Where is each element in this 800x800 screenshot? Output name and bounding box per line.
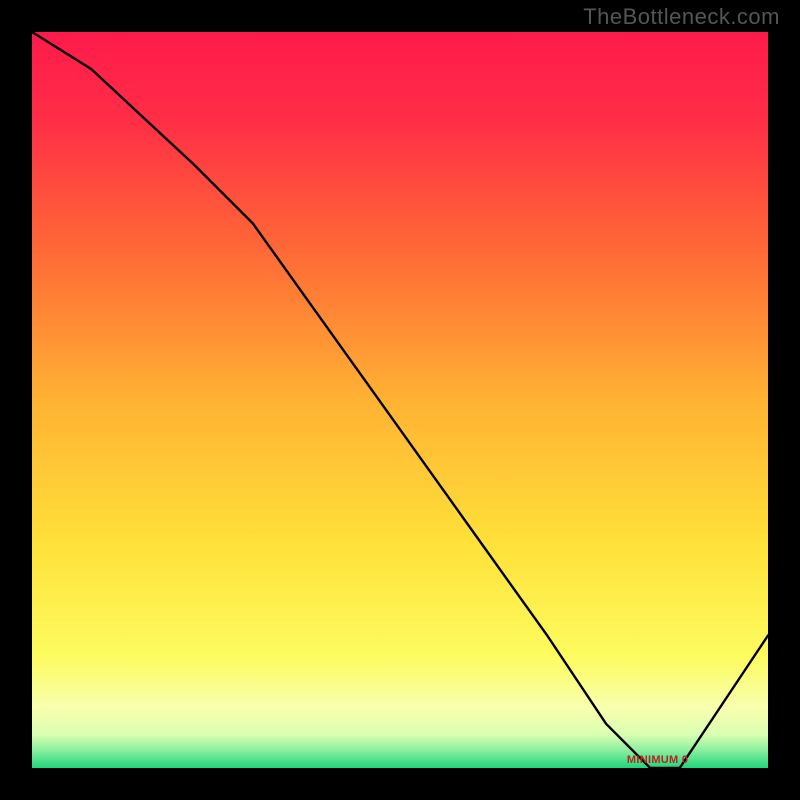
minimum-label: MINIMUM 0	[627, 754, 688, 766]
watermark-text: TheBottleneck.com	[583, 4, 780, 30]
chart-frame: TheBottleneck.com MINIMUM 0	[0, 0, 800, 800]
bottleneck-curve	[32, 32, 768, 768]
plot-area: MINIMUM 0	[32, 32, 768, 768]
